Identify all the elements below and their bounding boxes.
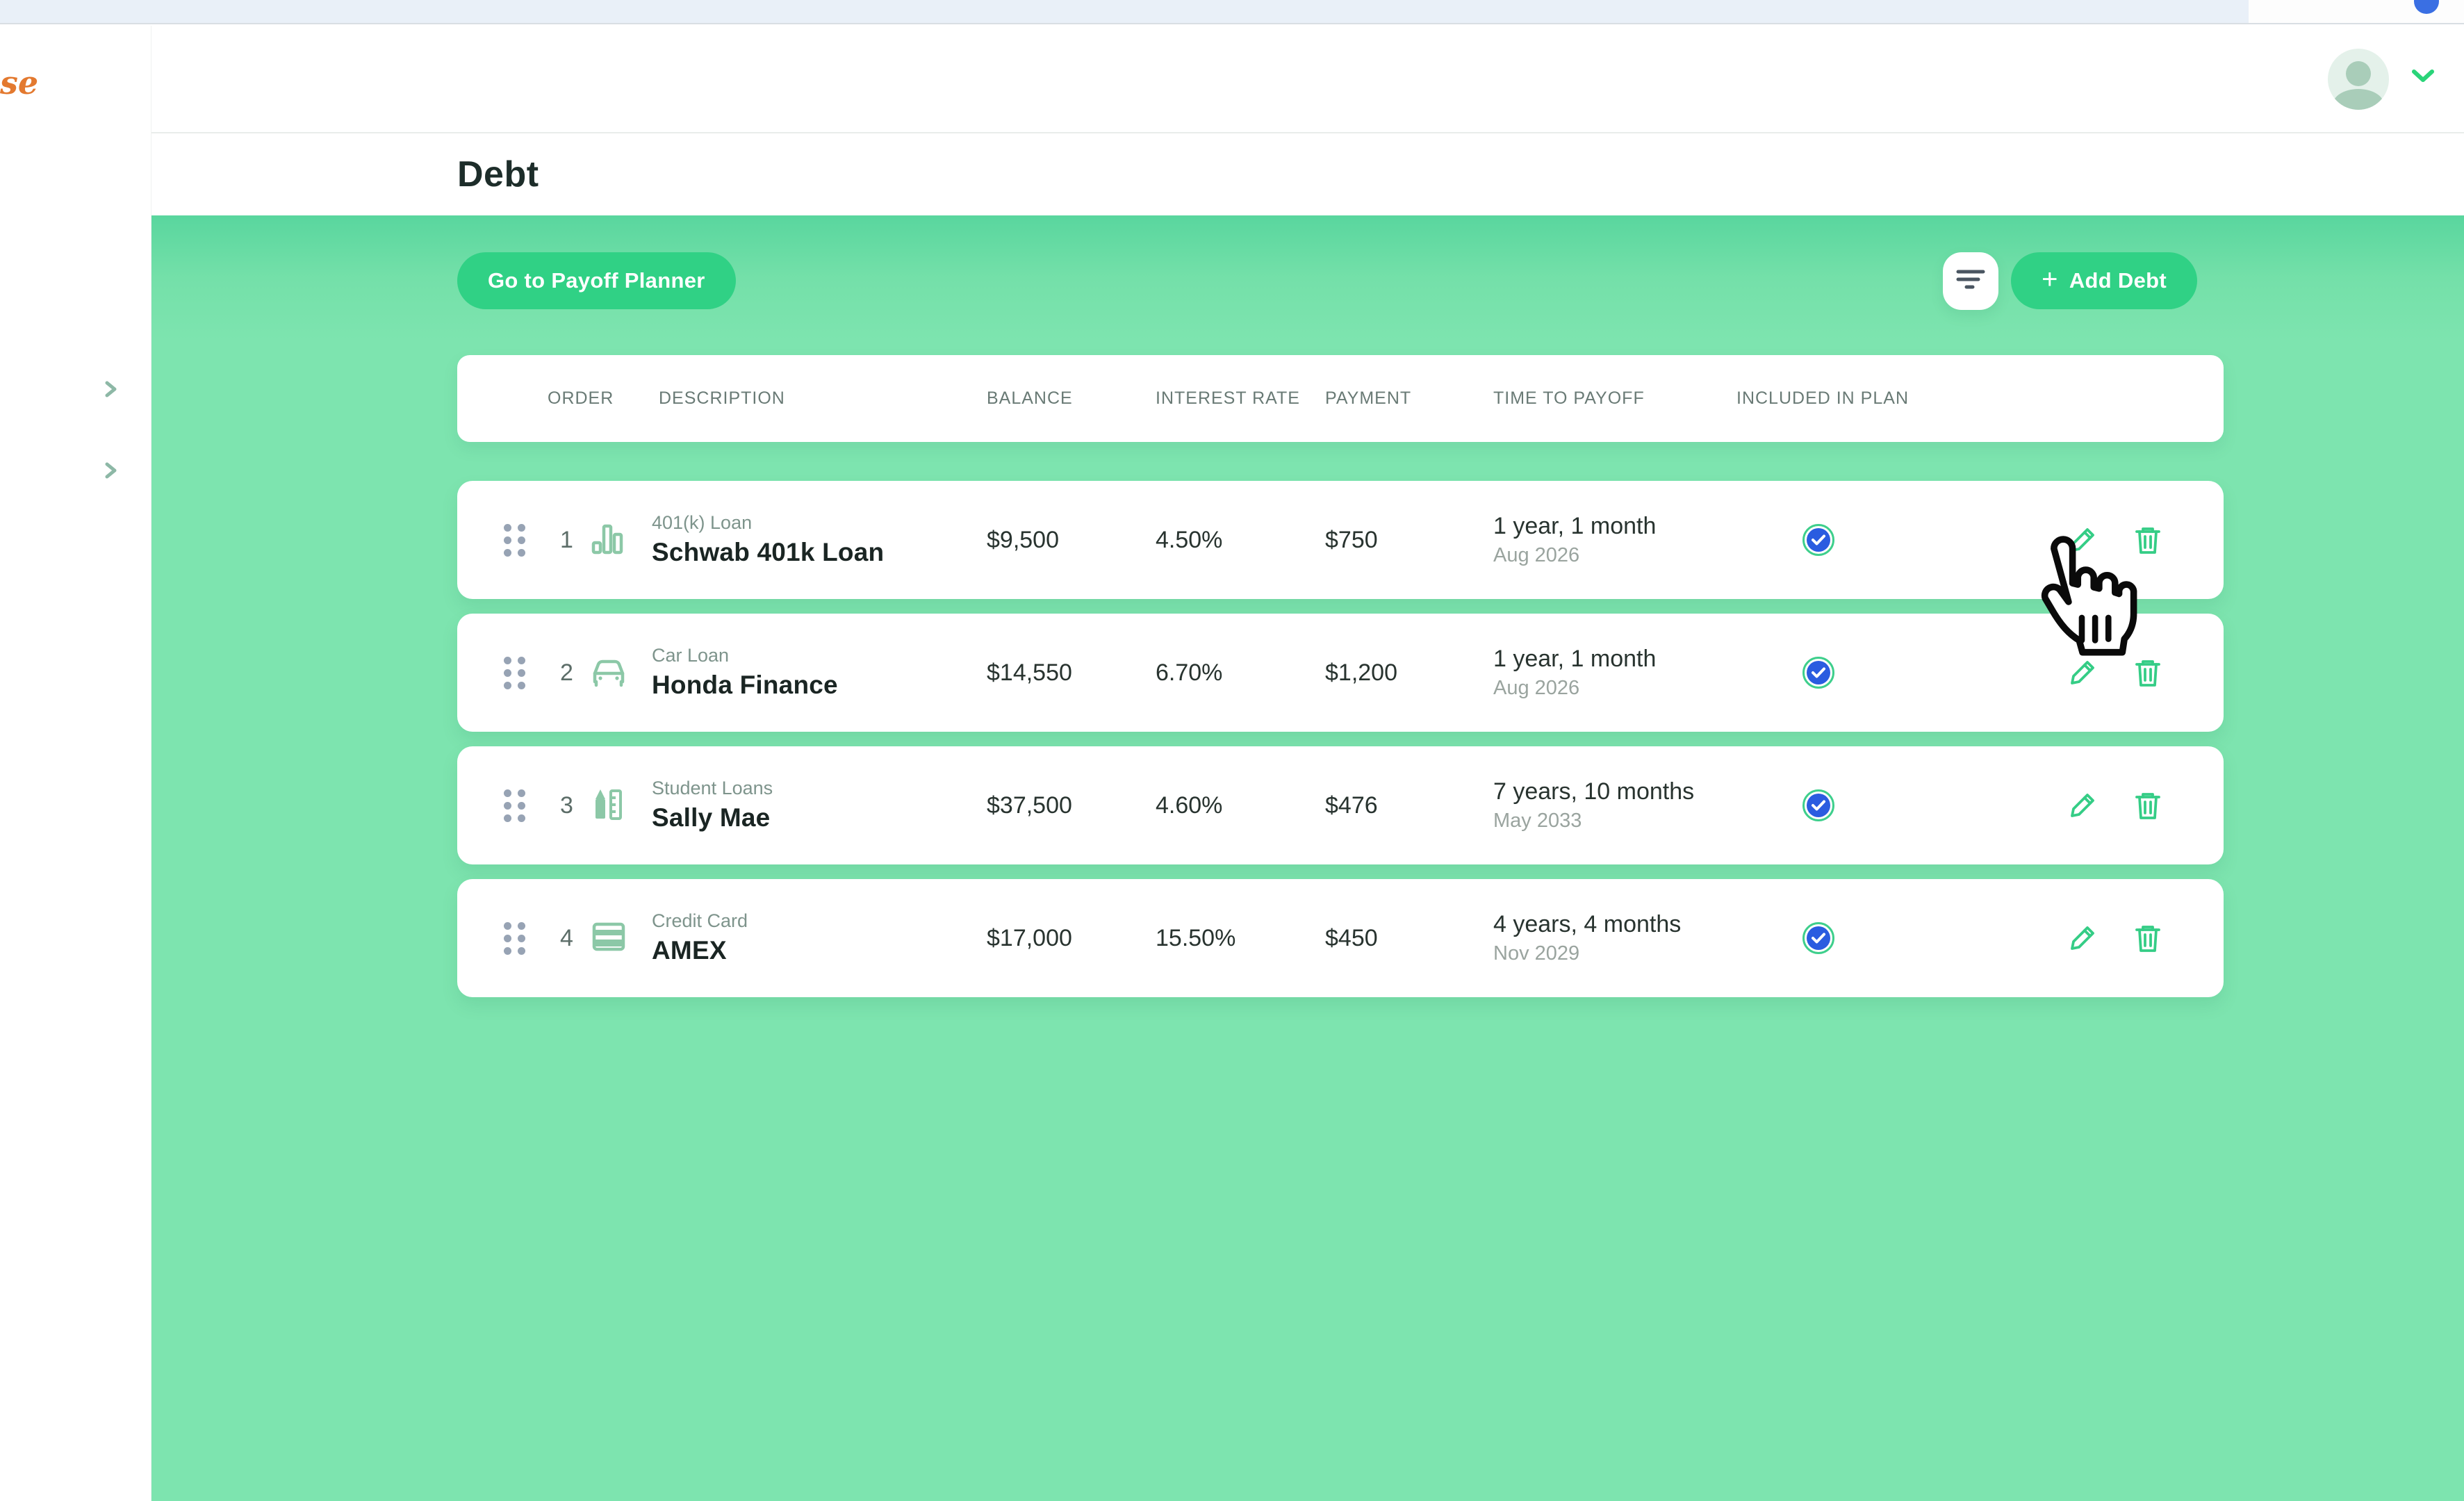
- account-menu-chevron-icon[interactable]: [2411, 69, 2435, 88]
- browser-strip: [0, 0, 2464, 24]
- payoff-date: May 2033: [1493, 810, 1702, 832]
- included-in-plan-checkbox[interactable]: [1802, 922, 1834, 954]
- payoff-duration: 1 year, 1 month: [1493, 513, 1702, 540]
- debt-name: AMEX: [652, 936, 987, 966]
- car-icon: [590, 654, 652, 692]
- payoff-duration: 7 years, 10 months: [1493, 778, 1702, 805]
- debt-row: 2: [457, 614, 2224, 732]
- order-number: 2: [548, 659, 586, 687]
- filter-button[interactable]: [1943, 252, 1998, 310]
- debt-type-label: Student Loans: [652, 778, 987, 799]
- column-header-description: DESCRIPTION: [652, 388, 987, 409]
- column-header-time-to-payoff: TIME TO PAYOFF: [1493, 388, 1702, 409]
- delete-debt-button[interactable]: [2133, 923, 2162, 953]
- edit-debt-button[interactable]: [2068, 791, 2097, 820]
- interest-rate-value: 6.70%: [1156, 659, 1325, 687]
- balance-value: $17,000: [987, 925, 1156, 952]
- balance-value: $37,500: [987, 792, 1156, 819]
- debt-name: Honda Finance: [652, 671, 987, 700]
- debt-row: 1: [457, 481, 2224, 599]
- page-header: Debt: [151, 133, 2464, 215]
- user-avatar[interactable]: [2328, 49, 2389, 110]
- payment-value: $450: [1325, 925, 1493, 952]
- order-number: 4: [548, 925, 586, 952]
- order-number: 1: [548, 527, 586, 554]
- delete-debt-button[interactable]: [2133, 790, 2162, 821]
- drag-handle-icon[interactable]: [504, 524, 525, 557]
- debt-page: se Debt: [0, 0, 2464, 1501]
- interest-rate-value: 4.50%: [1156, 527, 1325, 554]
- column-header-order: ORDER: [548, 388, 586, 409]
- debt-row: 4: [457, 879, 2224, 997]
- column-header-payment: PAYMENT: [1325, 388, 1493, 409]
- debt-list: 1: [457, 481, 2224, 997]
- column-header-interest-rate: INTEREST RATE: [1156, 388, 1325, 409]
- topbar: [151, 26, 2464, 133]
- debt-name: Schwab 401k Loan: [652, 538, 987, 568]
- interest-rate-value: 4.60%: [1156, 792, 1325, 819]
- app-logo[interactable]: se: [0, 64, 38, 101]
- debt-type-label: Credit Card: [652, 910, 987, 932]
- column-header-included-in-plan: INCLUDED IN PLAN: [1702, 388, 1931, 409]
- included-in-plan-checkbox[interactable]: [1802, 789, 1834, 821]
- table-header: ORDER DESCRIPTION BALANCE INTEREST RATE …: [457, 355, 2224, 442]
- add-debt-button[interactable]: + Add Debt: [2011, 252, 2197, 309]
- credit-card-icon: [590, 919, 652, 958]
- debt-content: Go to Payoff Planner: [151, 215, 2464, 1501]
- add-debt-label: Add Debt: [2069, 268, 2167, 293]
- payment-value: $476: [1325, 792, 1493, 819]
- balance-value: $9,500: [987, 527, 1156, 554]
- order-number: 3: [548, 792, 586, 819]
- payoff-duration: 1 year, 1 month: [1493, 646, 1702, 673]
- pencil-ruler-icon: [590, 785, 652, 826]
- debt-type-label: 401(k) Loan: [652, 512, 987, 534]
- debt-row: 3: [457, 746, 2224, 864]
- payoff-date: Aug 2026: [1493, 677, 1702, 700]
- payoff-date: Nov 2029: [1493, 942, 1702, 965]
- sidebar: se: [0, 26, 151, 1501]
- go-to-payoff-planner-button[interactable]: Go to Payoff Planner: [457, 252, 736, 309]
- debt-name: Sally Mae: [652, 803, 987, 833]
- drag-handle-icon[interactable]: [504, 789, 525, 822]
- column-header-balance: BALANCE: [987, 388, 1156, 409]
- filter-icon: [1955, 266, 1986, 296]
- edit-debt-button[interactable]: [2068, 658, 2097, 687]
- included-in-plan-checkbox[interactable]: [1802, 657, 1834, 689]
- payment-value: $750: [1325, 527, 1493, 554]
- drag-handle-icon[interactable]: [504, 922, 525, 955]
- delete-debt-button[interactable]: [2133, 525, 2162, 555]
- payment-value: $1,200: [1325, 659, 1493, 687]
- payoff-date: Aug 2026: [1493, 544, 1702, 567]
- balance-value: $14,550: [987, 659, 1156, 687]
- bar-chart-icon: [590, 520, 652, 560]
- payoff-duration: 4 years, 4 months: [1493, 911, 1702, 938]
- sidebar-expand-chevron-icon[interactable]: [101, 461, 120, 479]
- sidebar-expand-chevron-icon[interactable]: [101, 380, 120, 398]
- debt-type-label: Car Loan: [652, 645, 987, 666]
- interest-rate-value: 15.50%: [1156, 925, 1325, 952]
- page-title: Debt: [457, 154, 539, 195]
- edit-debt-button[interactable]: [2068, 525, 2097, 555]
- delete-debt-button[interactable]: [2133, 657, 2162, 688]
- drag-handle-icon[interactable]: [504, 657, 525, 689]
- included-in-plan-checkbox[interactable]: [1802, 524, 1834, 556]
- edit-debt-button[interactable]: [2068, 924, 2097, 953]
